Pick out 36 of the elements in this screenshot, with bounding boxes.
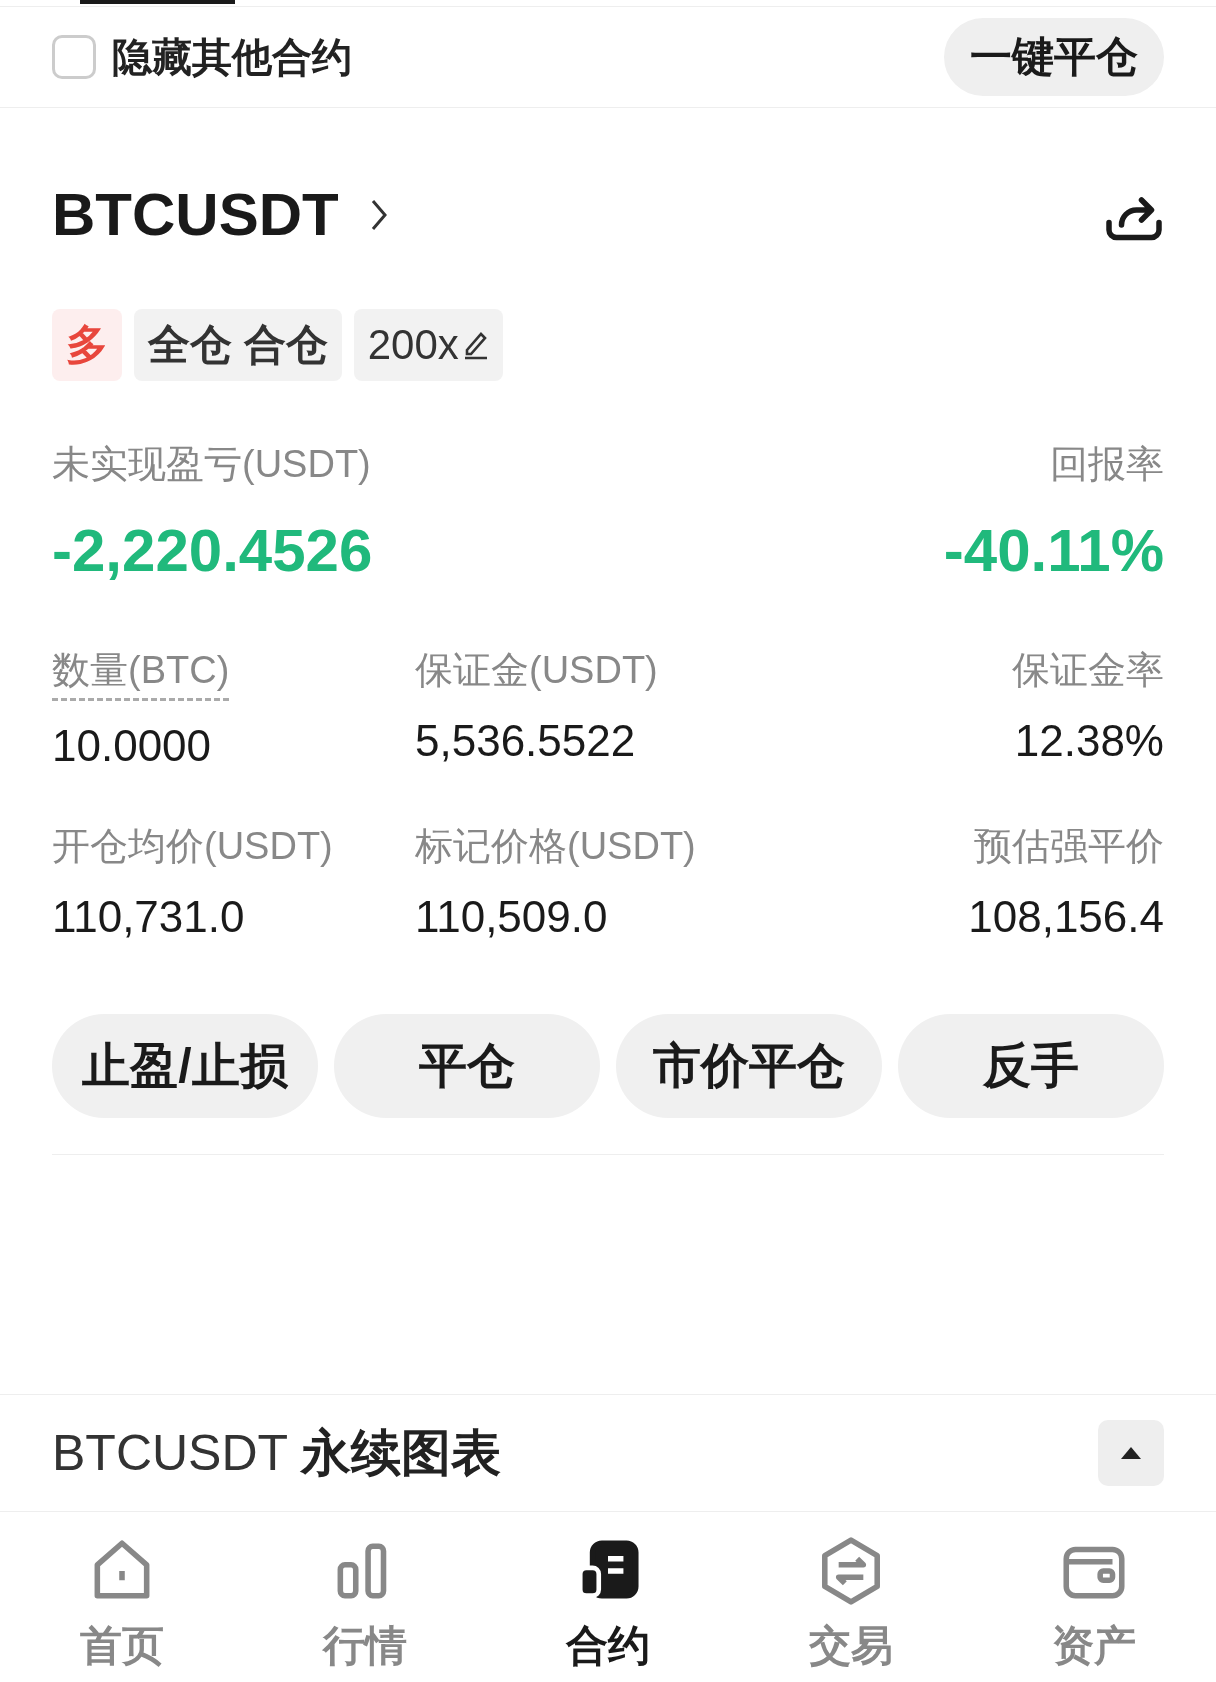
close-all-button[interactable]: 一键平仓: [944, 18, 1164, 96]
nav-tab[interactable]: 交易: [729, 1512, 973, 1682]
symbol-title: BTCUSDT: [52, 180, 339, 249]
checkbox[interactable]: [52, 35, 96, 79]
stat-label: 标记价格(USDT): [415, 824, 696, 869]
stat-value: 110,509.0: [415, 892, 608, 942]
margin-mode-tag[interactable]: 全仓 合仓: [134, 309, 342, 381]
pnl-value: -2,220.4526: [52, 516, 373, 585]
chart-section-title: BTCUSDT 永续图表: [52, 1423, 502, 1483]
edit-icon: [462, 330, 489, 360]
action-button[interactable]: 反手: [898, 1014, 1164, 1118]
nav-tab[interactable]: 行情: [243, 1512, 487, 1682]
nav-tab[interactable]: 合约: [486, 1512, 730, 1682]
nav-tab[interactable]: 首页: [0, 1512, 244, 1682]
roe-label: 回报率: [1050, 442, 1164, 487]
action-button[interactable]: 止盈/止损: [52, 1014, 318, 1118]
side-tag: 多: [52, 309, 122, 381]
stat-label: 保证金(USDT): [415, 648, 658, 693]
stat-value: 5,536.5522: [415, 716, 636, 766]
stat-value: 10.0000: [52, 721, 212, 771]
checkbox-label: 隐藏其他合约: [112, 33, 352, 81]
stat-value: 12.38%: [1014, 716, 1164, 766]
caret-up-icon: [1120, 1446, 1142, 1460]
stat-label: 预估强平价: [974, 824, 1164, 869]
stat-label[interactable]: 数量(BTC): [52, 645, 230, 701]
pnl-label: 未实现盈亏(USDT): [52, 442, 371, 487]
action-button[interactable]: 平仓: [334, 1014, 600, 1118]
stat-value: 110,731.0: [52, 892, 245, 942]
stat-label: 保证金率: [1012, 648, 1164, 693]
action-button[interactable]: 市价平仓: [616, 1014, 882, 1118]
nav-tab[interactable]: 资产: [972, 1512, 1216, 1682]
roe-value: -40.11%: [943, 516, 1164, 585]
stat-label: 开仓均价(USDT): [52, 824, 333, 869]
stat-value: 108,156.4: [968, 892, 1164, 942]
collapse-button[interactable]: [1098, 1420, 1164, 1486]
leverage-tag[interactable]: 200x: [353, 309, 503, 381]
